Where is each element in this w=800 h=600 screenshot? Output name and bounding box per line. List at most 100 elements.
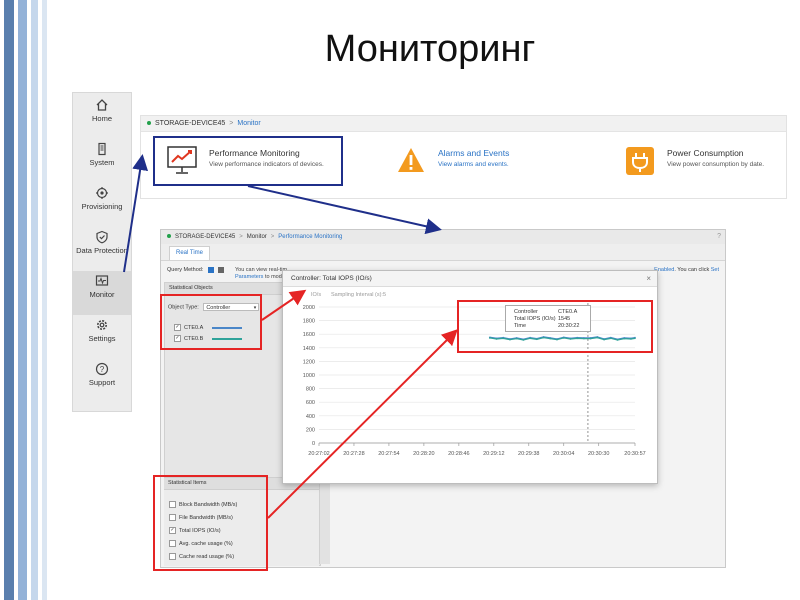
breadcrumb-section[interactable]: Monitor (247, 234, 267, 240)
x-tick-label: 20:29:38 (518, 451, 539, 457)
status-dot-icon (147, 121, 151, 126)
parameters-link[interactable]: Parameters (235, 274, 263, 280)
sidebar-item-monitor[interactable]: Monitor (73, 271, 131, 315)
y-tick-label: 800 (306, 387, 315, 393)
data-point (623, 337, 626, 340)
sidebar: Home System Provisioning Data Protection… (72, 92, 132, 412)
sidebar-item-data-protection[interactable]: Data Protection (73, 227, 131, 271)
checkbox[interactable] (169, 501, 176, 508)
data-point (556, 338, 558, 341)
tab-bar: Real Time (161, 244, 725, 261)
chevron-down-icon: ▾ (253, 305, 257, 311)
stripe-light (31, 0, 38, 600)
x-tick-label: 20:27:54 (378, 451, 399, 457)
home-icon (96, 99, 108, 111)
stat-item[interactable]: ✓ Total IOPS (IO/s) (169, 527, 221, 534)
checkbox[interactable]: ✓ (169, 527, 176, 534)
object-type-value: Controller (206, 305, 231, 311)
data-point (522, 339, 525, 341)
y-tick-label: 0 (312, 441, 315, 447)
sidebar-item-label: Settings (88, 334, 116, 343)
sidebar-item-home[interactable]: Home (73, 95, 131, 139)
sidebar-item-settings[interactable]: Settings (73, 315, 131, 359)
tooltip-value: CTE0.A (558, 309, 578, 315)
data-point (589, 337, 592, 340)
query-info-line2: Parameters to modif (235, 274, 285, 280)
chart-popup: Controller: Total IOPS (IO/s) × IO/s Sam… (282, 270, 658, 484)
y-tick-label: 600 (306, 400, 315, 406)
checkbox[interactable] (169, 514, 176, 521)
data-point (502, 337, 505, 340)
tooltip-label: Controller (514, 309, 538, 315)
stat-item[interactable]: Cache read usage (%) (169, 553, 234, 560)
y-tick-label: 2000 (303, 305, 315, 311)
chart-view-icon[interactable] (208, 267, 214, 273)
query-method-label: Query Method: (167, 267, 204, 273)
x-tick-label: 20:28:20 (413, 451, 434, 457)
controller-name: CTE0.A (184, 324, 204, 331)
set-link[interactable]: Set (711, 267, 719, 273)
data-point (630, 338, 632, 340)
data-point (634, 337, 636, 340)
data-point (509, 338, 511, 341)
controller-item-cte0b[interactable]: ✓ CTE0.B (174, 335, 243, 342)
chart-tooltip: Controller CTE0.A Total IOPS (IO/s) 1545… (505, 305, 591, 332)
monitor-pulse-icon (95, 275, 109, 286)
stat-item-label: Total IOPS (IO/s) (179, 527, 221, 534)
controller-item-cte0a[interactable]: ✓ CTE0.A (174, 324, 243, 331)
card-power-consumption[interactable]: Power Consumption View power consumption… (625, 136, 785, 188)
sidebar-item-system[interactable]: System (73, 139, 131, 183)
card-title: Power Consumption (667, 148, 744, 158)
checkbox[interactable] (169, 540, 176, 547)
sidebar-item-label: Monitor (89, 290, 115, 299)
data-point (603, 338, 605, 341)
help-icon[interactable]: ? (717, 230, 721, 244)
stat-item[interactable]: Block Bandwidth (MB/s) (169, 501, 237, 508)
query-info-right: Enabled. You can click Set (654, 267, 719, 273)
stat-item-label: Cache read usage (%) (179, 553, 235, 560)
series-swatch (212, 337, 243, 340)
checkbox[interactable]: ✓ (174, 324, 181, 331)
breadcrumb-device[interactable]: STORAGE-DEVICE45 (155, 120, 225, 127)
sidebar-item-label: Support (88, 378, 116, 387)
power-plug-icon (626, 147, 654, 175)
data-point (616, 339, 619, 341)
card-alarms-events[interactable]: Alarms and Events View alarms and events… (396, 136, 556, 188)
breadcrumb-current[interactable]: Performance Monitoring (278, 234, 342, 240)
object-type-label: Object Type: (168, 304, 199, 311)
sidebar-item-provisioning[interactable]: Provisioning (73, 183, 131, 227)
tooltip-value: 20:30:22 (558, 323, 580, 329)
data-point (576, 337, 578, 340)
stat-item[interactable]: Avg. cache usage (%) (169, 540, 233, 547)
breadcrumb-separator: > (229, 120, 234, 127)
table-view-icon[interactable] (218, 267, 224, 273)
svg-text:?: ? (100, 365, 105, 374)
system-icon (98, 142, 106, 156)
series-swatch (212, 326, 243, 329)
object-type-select[interactable]: Controller ▾ (203, 303, 260, 311)
card-description: View power consumption by date. (667, 161, 765, 168)
breadcrumb-current[interactable]: Monitor (237, 120, 260, 127)
breadcrumb-separator: > (270, 234, 275, 240)
sidebar-item-label: Provisioning (81, 202, 123, 211)
stripe-dark (4, 0, 14, 600)
y-tick-label: 1800 (303, 319, 315, 325)
breadcrumb-device[interactable]: STORAGE-DEVICE45 (175, 234, 235, 240)
sidebar-item-support[interactable]: ? Support (73, 359, 131, 403)
sidebar-item-label: Home (91, 114, 112, 123)
data-point (569, 338, 572, 340)
data-point (529, 337, 531, 340)
checkbox[interactable] (169, 553, 176, 560)
x-tick-label: 20:28:46 (448, 451, 469, 457)
gear-icon (97, 320, 107, 330)
tab-real-time[interactable]: Real Time (169, 246, 211, 260)
help-icon: ? (95, 362, 109, 376)
stat-item[interactable]: File Bandwidth (MB/s) (169, 514, 233, 521)
y-tick-label: 1200 (303, 359, 315, 365)
provisioning-icon (96, 187, 108, 199)
checkbox[interactable]: ✓ (174, 335, 181, 342)
data-point (609, 337, 612, 340)
tooltip-value: 1545 (558, 316, 571, 322)
stat-item-label: Block Bandwidth (MB/s) (179, 501, 238, 508)
decorative-stripes (0, 0, 62, 600)
